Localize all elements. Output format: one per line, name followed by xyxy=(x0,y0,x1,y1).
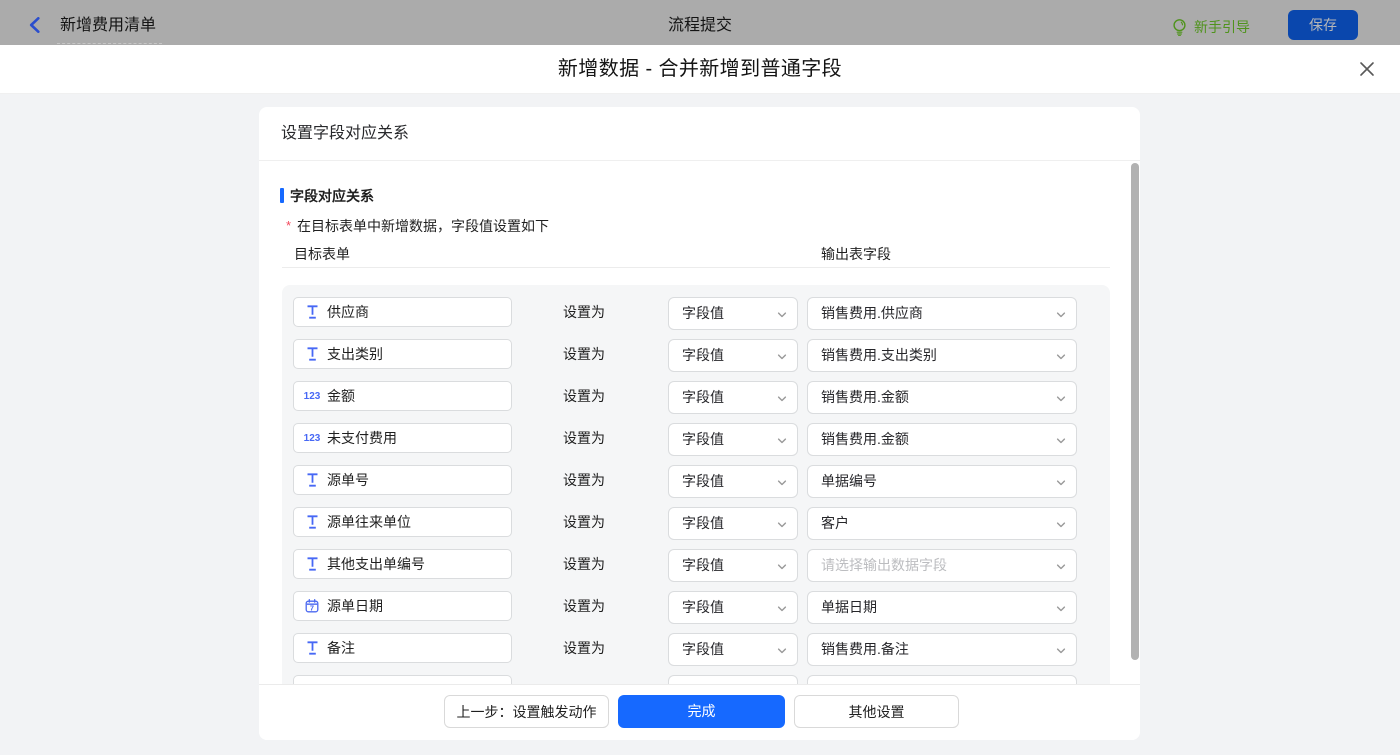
svg-text:7: 7 xyxy=(310,603,314,612)
